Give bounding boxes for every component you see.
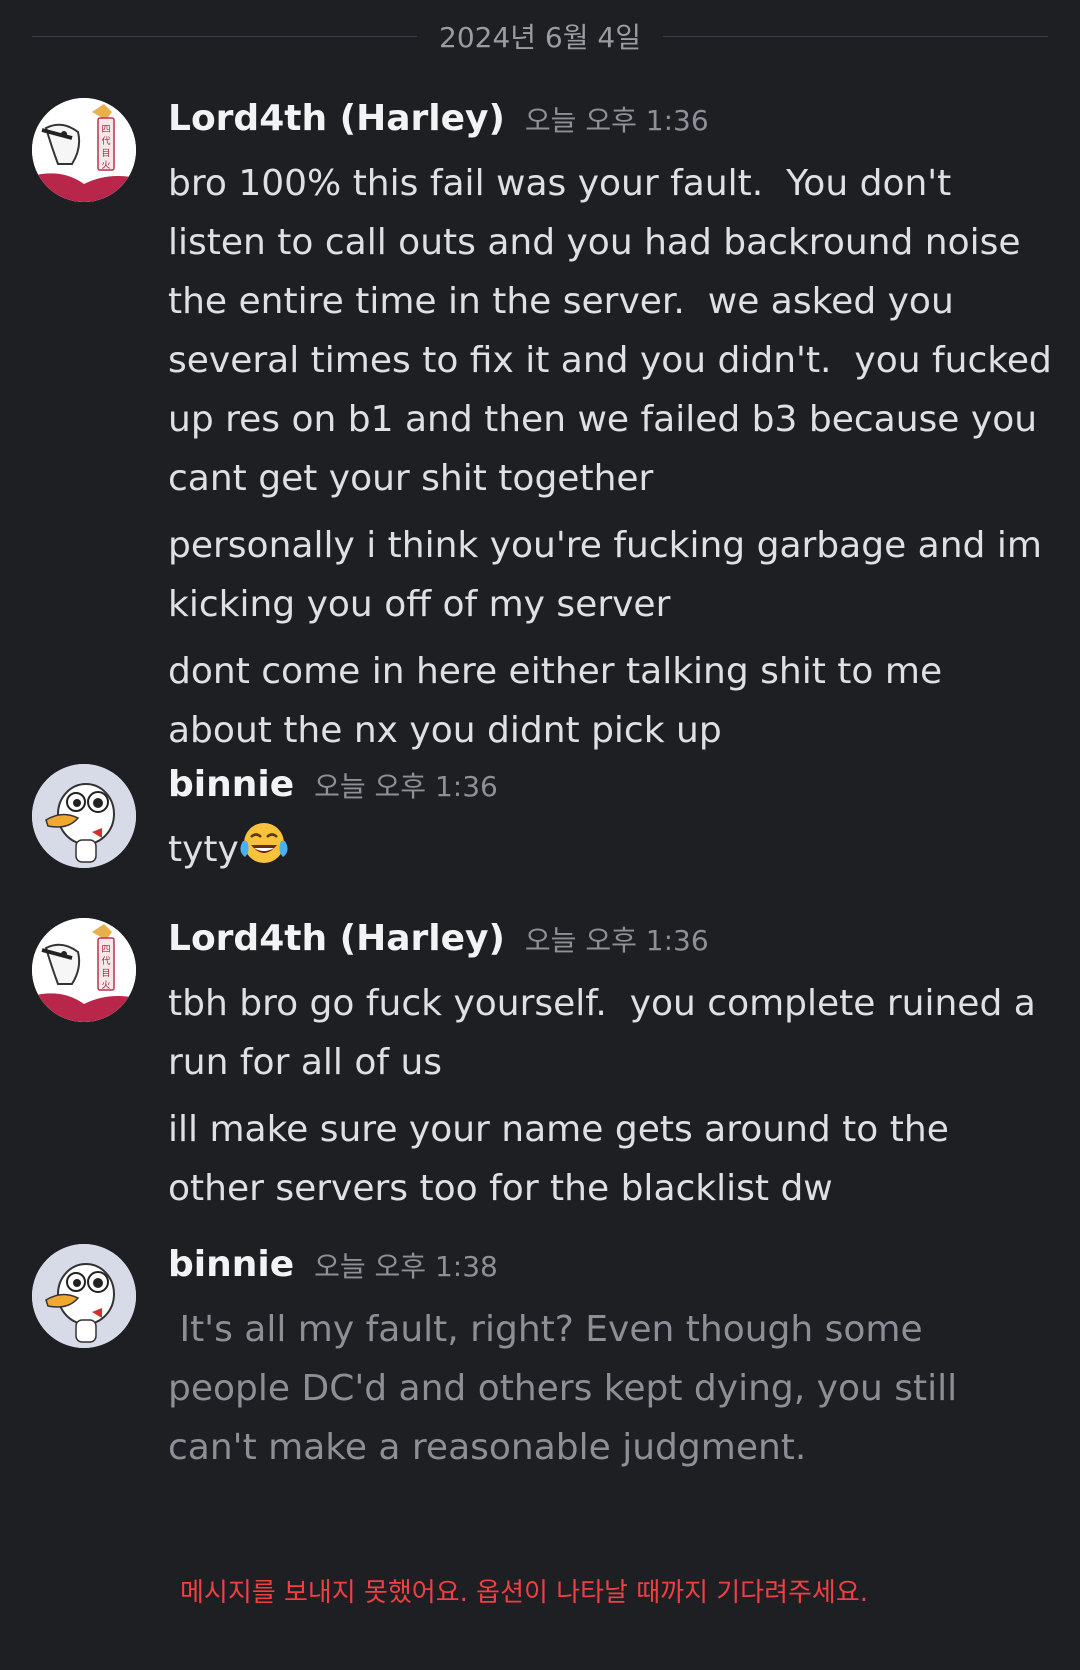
- message-text[interactable]: tbh bro go fuck yourself. you complete r…: [168, 974, 1052, 1092]
- failed-message-text[interactable]: It's all my fault, right? Even though so…: [168, 1300, 1052, 1477]
- message-text[interactable]: tyty: [168, 829, 239, 870]
- date-divider: 2024년 6월 4일: [32, 16, 1048, 56]
- svg-text:目: 目: [101, 968, 110, 979]
- message-body: Lord4th (Harley) 오늘 오후 1:36 bro 100% thi…: [168, 98, 1052, 760]
- svg-text:火: 火: [101, 980, 110, 991]
- message-text[interactable]: personally i think you're fucking garbag…: [168, 516, 1052, 634]
- message-body: binnie 오늘 오후 1:36 tyty: [168, 764, 1052, 885]
- timestamp: 오늘 오후 1:36: [524, 104, 709, 137]
- duck-avatar-icon: [32, 1244, 136, 1348]
- message-header: Lord4th (Harley) 오늘 오후 1:36: [168, 98, 1052, 154]
- message-body: Lord4th (Harley) 오늘 오후 1:36 tbh bro go f…: [168, 918, 1052, 1218]
- message-header: binnie 오늘 오후 1:38: [168, 1244, 1052, 1300]
- face-with-tears-of-joy-icon: [239, 821, 289, 885]
- message-header: Lord4th (Harley) 오늘 오후 1:36: [168, 918, 1052, 974]
- send-failed-notice: 메시지를 보내지 못했어요. 옵션이 나타날 때까지 기다려주세요.: [180, 1578, 869, 1608]
- username[interactable]: Lord4th (Harley): [168, 98, 505, 139]
- username[interactable]: binnie: [168, 764, 294, 805]
- message-header: binnie 오늘 오후 1:36: [168, 764, 1052, 820]
- username[interactable]: Lord4th (Harley): [168, 918, 505, 959]
- message-text[interactable]: bro 100% this fail was your fault. You d…: [168, 154, 1052, 508]
- message-text-row: tyty: [168, 820, 1052, 885]
- avatar-binnie[interactable]: [32, 764, 136, 868]
- date-label: 2024년 6월 4일: [439, 21, 641, 54]
- duck-avatar-icon: [32, 764, 136, 868]
- avatar-lord4th[interactable]: 四 代 目 火: [32, 98, 136, 202]
- timestamp: 오늘 오후 1:36: [314, 770, 498, 803]
- svg-text:四: 四: [101, 945, 110, 955]
- svg-text:四: 四: [101, 125, 110, 135]
- message-text[interactable]: ill make sure your name gets around to t…: [168, 1100, 1052, 1218]
- avatar-binnie[interactable]: [32, 1244, 136, 1348]
- svg-text:代: 代: [101, 956, 110, 967]
- lord4th-avatar-icon: 四 代 目 火: [32, 98, 136, 202]
- svg-text:目: 目: [101, 148, 110, 159]
- message-text[interactable]: dont come in here either talking shit to…: [168, 642, 1052, 760]
- message-body: binnie 오늘 오후 1:38 It's all my fault, rig…: [168, 1244, 1052, 1477]
- lord4th-avatar-icon: 四 代 目 火: [32, 918, 136, 1022]
- svg-text:代: 代: [101, 136, 110, 147]
- divider-line-left: [32, 35, 418, 37]
- divider-line-right: [662, 35, 1048, 37]
- avatar-lord4th[interactable]: 四 代 目 火: [32, 918, 136, 1022]
- svg-text:火: 火: [101, 160, 110, 171]
- username[interactable]: binnie: [168, 1244, 294, 1285]
- timestamp: 오늘 오후 1:38: [314, 1250, 498, 1283]
- timestamp: 오늘 오후 1:36: [524, 924, 709, 957]
